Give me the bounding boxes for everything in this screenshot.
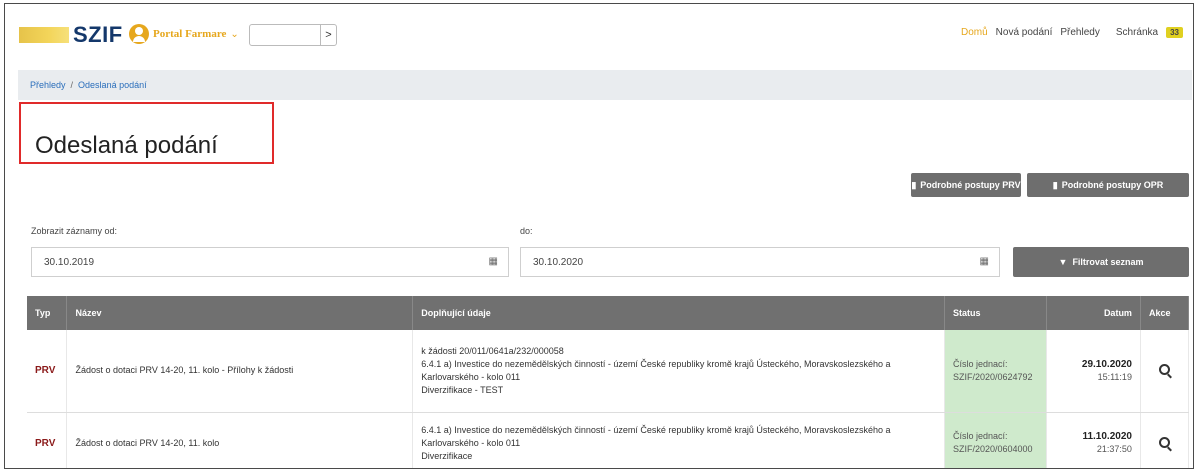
col-datum[interactable]: Datum [1046, 296, 1141, 330]
nav-new-submission[interactable]: Nová podání [996, 27, 1053, 38]
szif-logo[interactable]: SZIF [19, 22, 123, 48]
status-label: Číslo jednací: [953, 431, 1008, 441]
row-date-time: 15:11:19 [1097, 371, 1132, 382]
user-icon [129, 24, 149, 44]
search-go-button[interactable]: > [320, 25, 336, 45]
row-status: Číslo jednací: SZIF/2020/0604000 [944, 412, 1047, 468]
nav-inbox[interactable]: Schránka 33 [1108, 27, 1183, 38]
row-date-day: 29.10.2020 [1081, 358, 1132, 370]
table-row[interactable]: PRV Žádost o dotaci PRV 14-20, 11. kolo … [27, 412, 1190, 468]
row-details: 6.4.1 a) Investice do nezemědělských čin… [412, 412, 945, 468]
date-from-value: 30.10.2019 [44, 256, 95, 268]
top-nav: Domů Nová podání Přehledy Schránka 33 [953, 27, 1183, 38]
portal-label: Portal Farmare [153, 28, 227, 40]
col-doplnujici[interactable]: Doplňující údaje [412, 296, 945, 330]
date-to-label: do: [520, 226, 533, 236]
row-action [1140, 412, 1190, 468]
breadcrumb: Přehledy / Odeslaná podání [18, 70, 1192, 100]
table-row[interactable]: PRV Žádost o dotaci PRV 14-20, 11. kolo … [27, 330, 1190, 413]
row-action [1140, 330, 1190, 413]
row-type: PRV [27, 412, 68, 468]
nav-home[interactable]: Domů [961, 27, 988, 38]
date-to-value: 30.10.2020 [533, 256, 584, 268]
date-to-input[interactable]: 30.10.2020 ▦ [520, 247, 1000, 277]
search-icon[interactable] [1158, 364, 1170, 376]
row-name: Žádost o dotaci PRV 14-20, 11. kolo [66, 412, 414, 468]
date-from-input[interactable]: 30.10.2019 ▦ [31, 247, 509, 277]
col-status[interactable]: Status [944, 296, 1047, 330]
status-number: SZIF/2020/0604000 [953, 444, 1033, 454]
inbox-count-badge: 33 [1166, 27, 1183, 38]
filter-icon: ▼ [1058, 257, 1068, 267]
row-date-time: 21:37:50 [1096, 444, 1132, 454]
page-title: Odeslaná podání [35, 132, 218, 159]
opr-procedures-label: Podrobné postupy OPR [1061, 180, 1164, 190]
row-detail-line: Diverzifikace - TEST [421, 384, 504, 395]
row-details: k žádosti 20/011/0641a/232/000058 6.4.1 … [412, 330, 945, 413]
filter-list-button[interactable]: ▼ Filtrovat seznam [1013, 247, 1189, 277]
document-icon: ▮ [911, 179, 917, 190]
calendar-icon[interactable]: ▦ [489, 256, 498, 267]
row-detail-line: 6.4.1 a) Investice do nezemědělských čin… [421, 424, 891, 448]
prv-procedures-label: Podrobné postupy PRV [920, 180, 1021, 190]
date-from-label: Zobrazit záznamy od: [31, 226, 118, 236]
row-status: Číslo jednací: SZIF/2020/0624792 [944, 330, 1047, 413]
table-header-row: Typ Název Doplňující údaje Status Datum … [27, 296, 1190, 330]
breadcrumb-separator: / [70, 80, 74, 90]
logo-bar-icon [19, 27, 69, 43]
logo-text: SZIF [73, 22, 123, 47]
chevron-down-icon: ⌄ [230, 28, 239, 40]
calendar-icon[interactable]: ▦ [980, 256, 989, 267]
col-typ[interactable]: Typ [27, 296, 68, 330]
submissions-table: Typ Název Doplňující údaje Status Datum … [27, 296, 1190, 468]
app-window: SZIF Portal Farmare ⌄ > Domů Nová podání… [4, 3, 1194, 469]
row-type: PRV [27, 330, 68, 413]
nav-overviews[interactable]: Přehledy [1060, 27, 1099, 38]
row-date: 29.10.2020 15:11:19 [1046, 330, 1141, 413]
nav-inbox-label: Schránka [1115, 27, 1159, 38]
row-detail-line: 6.4.1 a) Investice do nezemědělských čin… [421, 358, 891, 382]
row-name: Žádost o dotaci PRV 14-20, 11. kolo - Př… [66, 330, 414, 413]
row-date: 11.10.2020 21:37:50 [1046, 412, 1141, 468]
search-input[interactable]: > [249, 24, 337, 46]
col-akce: Akce [1140, 296, 1190, 330]
row-detail-line: k žádosti 20/011/0641a/232/000058 [421, 345, 564, 356]
breadcrumb-overviews[interactable]: Přehledy [30, 80, 66, 90]
breadcrumb-sent-submissions[interactable]: Odeslaná podání [78, 80, 147, 90]
row-detail-line: Diverzifikace [421, 450, 473, 461]
row-date-day: 11.10.2020 [1082, 431, 1132, 442]
status-number: SZIF/2020/0624792 [953, 371, 1033, 382]
col-nazev[interactable]: Název [66, 296, 414, 330]
filter-list-label: Filtrovat seznam [1072, 257, 1144, 267]
opr-procedures-button[interactable]: ▮ Podrobné postupy OPR [1027, 173, 1189, 197]
search-icon[interactable] [1158, 436, 1170, 448]
portal-menu[interactable]: Portal Farmare ⌄ [129, 24, 239, 44]
status-label: Číslo jednací: [953, 358, 1008, 369]
top-header: SZIF Portal Farmare ⌄ > Domů Nová podání… [5, 4, 1193, 66]
prv-procedures-button[interactable]: ▮ Podrobné postupy PRV [911, 173, 1021, 197]
document-icon: ▮ [1052, 179, 1058, 190]
